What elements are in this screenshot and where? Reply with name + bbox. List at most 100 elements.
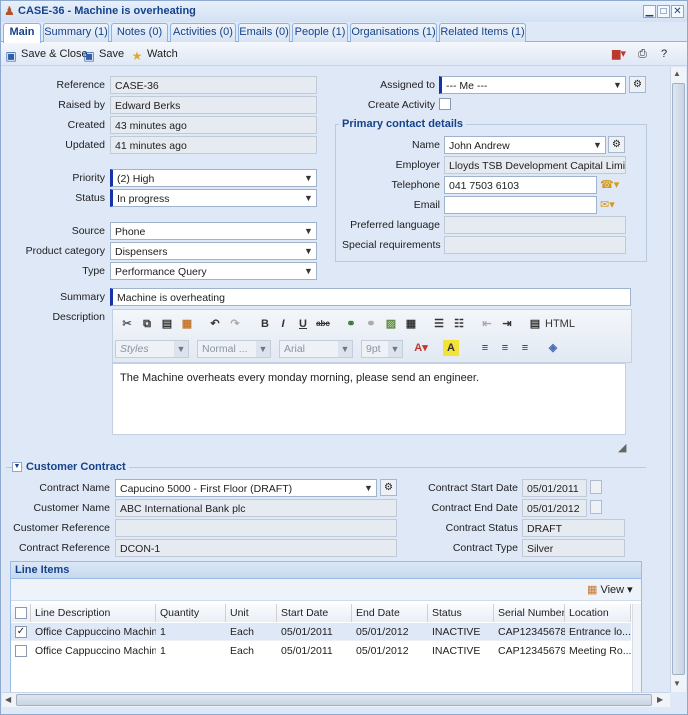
telephone-input[interactable]: 041 7503 6103 bbox=[444, 176, 597, 194]
email-icon[interactable]: ✉▾ bbox=[600, 197, 624, 214]
select-all-checkbox[interactable] bbox=[15, 607, 27, 619]
scroll-down-icon[interactable]: ▼ bbox=[673, 679, 681, 688]
scroll-right-icon[interactable]: ▶ bbox=[657, 695, 663, 704]
chevron-down-icon[interactable]: ▼ bbox=[301, 243, 316, 259]
font-size-select[interactable]: 9pt ▼ bbox=[361, 340, 403, 358]
chevron-down-icon[interactable]: ▼ bbox=[301, 170, 316, 186]
indent-icon[interactable]: ⇥ bbox=[499, 316, 515, 332]
chevron-down-icon[interactable]: ▼ bbox=[590, 137, 605, 153]
chevron-down-icon[interactable]: ▼ bbox=[174, 341, 188, 357]
paste-word-icon[interactable]: ▦ bbox=[179, 316, 195, 332]
source-select[interactable]: Phone ▼ bbox=[110, 222, 317, 240]
col-status[interactable]: Status bbox=[428, 604, 494, 622]
underline-icon[interactable]: U bbox=[295, 316, 311, 332]
chevron-down-icon[interactable]: ▼ bbox=[361, 480, 376, 496]
product-category-select[interactable]: Dispensers ▼ bbox=[110, 242, 317, 260]
scroll-thumb[interactable] bbox=[672, 83, 685, 675]
chevron-down-icon[interactable]: ▼ bbox=[610, 77, 625, 93]
unlink-icon[interactable]: ⚭ bbox=[363, 316, 379, 332]
collapse-icon[interactable]: ▼ bbox=[12, 462, 22, 472]
align-center-icon[interactable]: ≡ bbox=[497, 340, 513, 356]
align-left-icon[interactable]: ≡ bbox=[477, 340, 493, 356]
save-button[interactable]: ▣ Save bbox=[82, 46, 124, 63]
copy-icon[interactable]: ⧉ bbox=[139, 316, 155, 332]
image-icon[interactable]: ▨ bbox=[383, 316, 399, 332]
row-checkbox[interactable] bbox=[15, 645, 27, 657]
tab-organisations[interactable]: Organisations (1) bbox=[350, 23, 437, 42]
horizontal-scrollbar[interactable]: ◀ ▶ bbox=[2, 692, 670, 707]
font-select[interactable]: Arial ▼ bbox=[279, 340, 353, 358]
cut-icon[interactable]: ✂ bbox=[119, 316, 135, 332]
calendar-icon[interactable] bbox=[590, 500, 602, 514]
help-icon[interactable]: ? bbox=[661, 46, 667, 62]
link-icon[interactable]: ⚭ bbox=[343, 316, 359, 332]
chevron-down-icon[interactable]: ▼ bbox=[338, 341, 352, 357]
chevron-down-icon[interactable]: ▼ bbox=[388, 341, 402, 357]
italic-icon[interactable]: I bbox=[275, 316, 291, 332]
tab-main[interactable]: Main bbox=[3, 23, 41, 43]
chevron-down-icon[interactable]: ▼ bbox=[301, 190, 316, 206]
priority-select[interactable]: (2) High ▼ bbox=[110, 169, 317, 187]
print-icon[interactable]: ⎙ bbox=[638, 46, 647, 62]
lookup-user-icon[interactable]: ⚙ bbox=[629, 76, 646, 93]
tab-people[interactable]: People (1) bbox=[292, 23, 348, 42]
grid-scrollbar[interactable] bbox=[632, 604, 641, 692]
watch-button[interactable]: ★ Watch bbox=[130, 46, 178, 63]
summary-input[interactable]: Machine is overheating bbox=[110, 288, 631, 306]
html-label[interactable]: HTML bbox=[545, 318, 575, 330]
row-checkbox[interactable]: ✓ bbox=[15, 626, 27, 638]
tab-activities[interactable]: Activities (0) bbox=[170, 23, 236, 42]
scroll-left-icon[interactable]: ◀ bbox=[5, 695, 11, 704]
chevron-down-icon[interactable]: ▼ bbox=[301, 263, 316, 279]
minimize-button[interactable]: ▁ bbox=[643, 5, 656, 18]
col-end-date[interactable]: End Date bbox=[352, 604, 428, 622]
chevron-down-icon[interactable]: ▼ bbox=[301, 223, 316, 239]
undo-icon[interactable]: ↶ bbox=[207, 316, 223, 332]
text-color-icon[interactable]: A▾ bbox=[413, 340, 429, 356]
format-select[interactable]: Normal ... ▼ bbox=[197, 340, 271, 358]
eraser-icon[interactable]: ◈ bbox=[545, 340, 561, 356]
tab-related-items[interactable]: Related Items (1) bbox=[439, 23, 526, 42]
bold-icon[interactable]: B bbox=[257, 316, 273, 332]
bullet-list-icon[interactable]: ☷ bbox=[451, 316, 467, 332]
briefcase-icon[interactable]: ▆▾ bbox=[612, 46, 626, 62]
col-line-description[interactable]: Line Description bbox=[31, 604, 156, 622]
phone-icon[interactable]: ☎▾ bbox=[600, 177, 624, 194]
save-close-button[interactable]: ▣ Save & Close bbox=[4, 46, 87, 63]
table-row[interactable]: ✓ Office Cappuccino Machine 1 Each 05/01… bbox=[11, 623, 631, 641]
tab-notes[interactable]: Notes (0) bbox=[111, 23, 168, 42]
redo-icon[interactable]: ↷ bbox=[227, 316, 243, 332]
col-location[interactable]: Location bbox=[565, 604, 631, 622]
col-start-date[interactable]: Start Date bbox=[277, 604, 352, 622]
lookup-contact-icon[interactable]: ⚙ bbox=[608, 136, 625, 153]
styles-select[interactable]: Styles ▼ bbox=[115, 340, 189, 358]
email-input[interactable] bbox=[444, 196, 597, 214]
view-button[interactable]: ▦ View ▾ bbox=[587, 583, 633, 596]
hscroll-thumb[interactable] bbox=[16, 694, 652, 706]
scroll-up-icon[interactable]: ▲ bbox=[673, 69, 681, 78]
tab-summary[interactable]: Summary (1) bbox=[43, 23, 109, 42]
create-activity-checkbox[interactable] bbox=[439, 98, 451, 110]
close-button[interactable]: ✕ bbox=[671, 5, 684, 18]
contact-name-select[interactable]: John Andrew ▼ bbox=[444, 136, 606, 154]
type-select[interactable]: Performance Query ▼ bbox=[110, 262, 317, 280]
html-source-icon[interactable]: ▤ bbox=[527, 316, 543, 332]
col-serial-number[interactable]: Serial Number bbox=[494, 604, 565, 622]
outdent-icon[interactable]: ⇤ bbox=[479, 316, 495, 332]
tab-emails[interactable]: Emails (0) bbox=[238, 23, 290, 42]
numbered-list-icon[interactable]: ☰ bbox=[431, 316, 447, 332]
status-select[interactable]: In progress ▼ bbox=[110, 189, 317, 207]
vertical-scrollbar[interactable]: ▲ ▼ bbox=[670, 67, 686, 692]
table-icon[interactable]: ▦ bbox=[403, 316, 419, 332]
description-editor[interactable]: The Machine overheats every monday morni… bbox=[112, 363, 626, 435]
calendar-icon[interactable] bbox=[590, 480, 602, 494]
lookup-contract-icon[interactable]: ⚙ bbox=[380, 479, 397, 496]
col-quantity[interactable]: Quantity bbox=[156, 604, 226, 622]
paste-icon[interactable]: ▤ bbox=[159, 316, 175, 332]
table-row[interactable]: Office Cappuccino Machine 1 Each 05/01/2… bbox=[11, 642, 631, 660]
col-unit[interactable]: Unit bbox=[226, 604, 277, 622]
assigned-to-select[interactable]: --- Me --- ▼ bbox=[439, 76, 626, 94]
chevron-down-icon[interactable]: ▼ bbox=[256, 341, 270, 357]
strikethrough-icon[interactable]: abc bbox=[315, 316, 331, 332]
contract-name-select[interactable]: Capucino 5000 - First Floor (DRAFT) ▼ bbox=[115, 479, 377, 497]
